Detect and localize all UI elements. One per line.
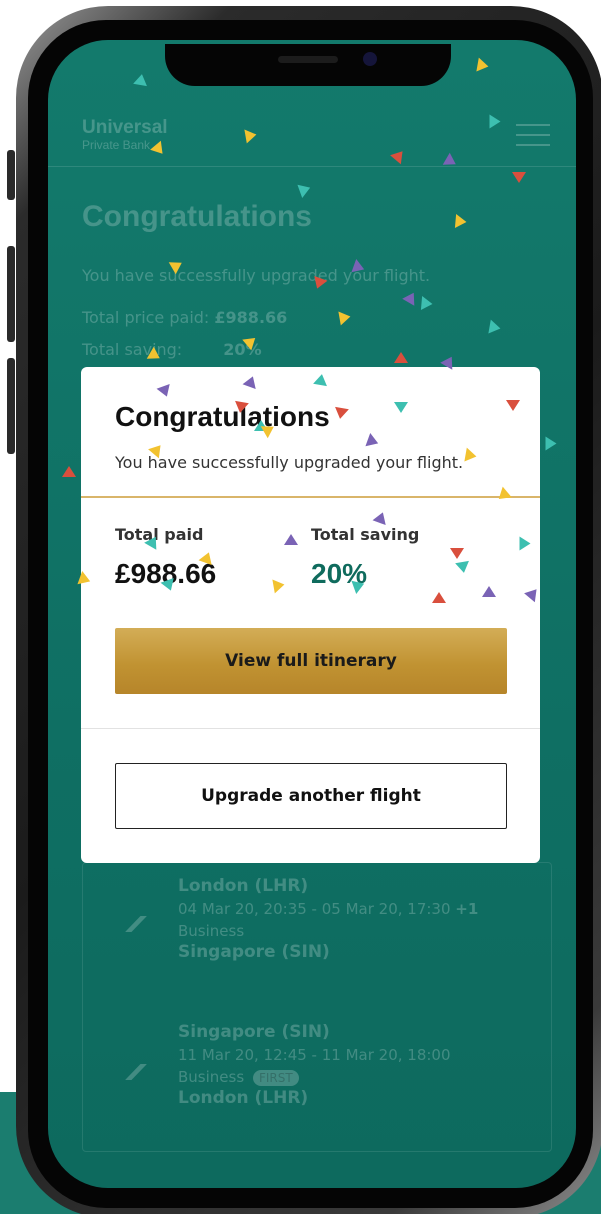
phone-screen: Universal Private Bank Congratulations Y… — [48, 40, 576, 1188]
flight-origin: Singapore (SIN) — [178, 1022, 330, 1042]
flight-times-text: 04 Mar 20, 20:35 - 05 Mar 20, 17:30 — [178, 900, 451, 918]
confirmation-modal: Congratulations You have successfully up… — [81, 367, 540, 863]
total-price-label: Total price paid: — [82, 308, 210, 327]
flight-cabin: Business — [178, 922, 245, 940]
upgrade-another-flight-button[interactable]: Upgrade another flight — [115, 763, 507, 829]
modal-accent-divider — [81, 496, 540, 498]
background-total-price: Total price paid: £988.66 — [82, 308, 287, 327]
total-saving-value: 20% — [311, 558, 368, 589]
cabin-class-badge: FIRST — [252, 1070, 299, 1086]
bank-logo: Universal Private Bank — [82, 117, 168, 153]
modal-separator — [81, 728, 540, 729]
view-itinerary-button[interactable]: View full itinerary — [115, 628, 507, 694]
background-page-title: Congratulations — [82, 200, 312, 233]
total-saving-stat: Total saving 20% — [311, 525, 419, 590]
header-divider — [48, 166, 576, 167]
flight-day-offset: +1 — [455, 900, 479, 918]
logo-top-text: Universal — [82, 117, 168, 138]
phone-silent-switch — [7, 150, 15, 200]
flight-cabin: Business — [178, 1068, 245, 1086]
phone-notch — [165, 44, 451, 86]
phone-volume-up-button — [7, 246, 15, 342]
total-paid-stat: Total paid £988.66 — [115, 525, 216, 590]
background-total-saving: Total saving: 20% — [82, 340, 262, 359]
total-paid-value: £988.66 — [115, 558, 217, 589]
speaker-grille — [278, 56, 338, 63]
background-message: You have successfully upgraded your flig… — [82, 266, 431, 285]
total-saving-label: Total saving — [311, 525, 420, 544]
total-price-value: £988.66 — [214, 308, 288, 327]
total-saving-label: Total saving: — [82, 340, 183, 359]
flight-return[interactable]: Singapore (SIN) 11 Mar 20, 12:45 - 11 Ma… — [178, 1022, 451, 1108]
total-saving-value: 20% — [223, 340, 262, 359]
flight-outbound[interactable]: London (LHR) 04 Mar 20, 20:35 - 05 Mar 2… — [178, 876, 478, 962]
logo-bottom-text: Private Bank — [82, 138, 151, 152]
hamburger-menu-icon[interactable] — [516, 124, 550, 146]
flight-origin: London (LHR) — [178, 876, 309, 896]
modal-title: Congratulations — [115, 401, 330, 432]
flight-destination: London (LHR) — [178, 1088, 309, 1108]
flight-cabin-row: Business FIRST — [178, 1068, 451, 1086]
total-paid-label: Total paid — [115, 525, 204, 544]
flight-destination: Singapore (SIN) — [178, 942, 330, 962]
front-camera — [363, 52, 377, 66]
flight-times: 04 Mar 20, 20:35 - 05 Mar 20, 17:30 +1 — [178, 900, 478, 918]
flight-times: 11 Mar 20, 12:45 - 11 Mar 20, 18:00 — [178, 1046, 451, 1064]
modal-subtitle: You have successfully upgraded your flig… — [115, 453, 464, 472]
phone-volume-down-button — [7, 358, 15, 454]
